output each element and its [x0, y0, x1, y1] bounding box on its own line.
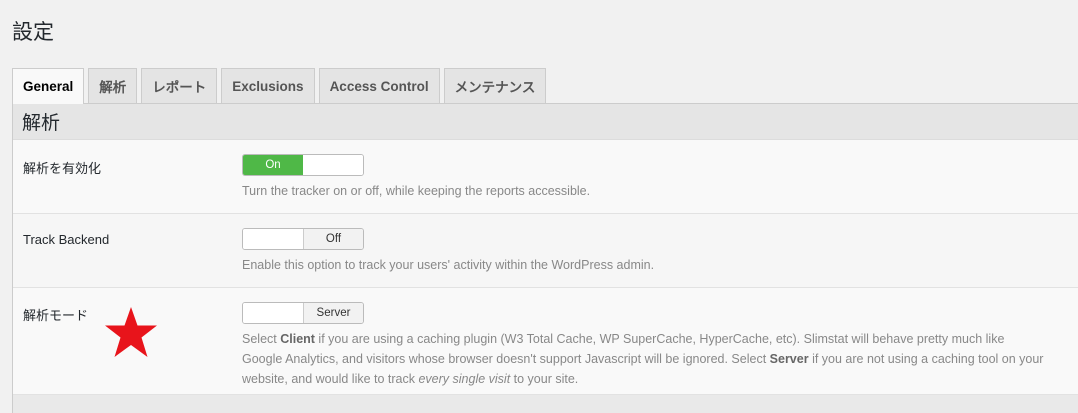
- page-title: 設定: [12, 20, 54, 44]
- desc-server: Server: [769, 352, 809, 366]
- setting-row-track-backend: Track Backend Off Enable this option to …: [13, 214, 1078, 288]
- desc-client: Client: [280, 332, 315, 346]
- star-icon: [105, 307, 157, 357]
- toggle-blank-segment: [243, 303, 303, 323]
- desc-text: to your site.: [510, 372, 579, 386]
- settings-tabs: General 解析 レポート Exclusions Access Contro…: [12, 68, 547, 104]
- toggle-off-segment: [303, 155, 363, 175]
- setting-row-tracking-mode: 解析モード Server Select Client if you are us…: [13, 288, 1078, 395]
- star-shape: [105, 307, 157, 357]
- toggle-off-segment: Off: [302, 229, 363, 249]
- desc-text: Select: [242, 332, 281, 346]
- tab-general[interactable]: General: [12, 68, 85, 104]
- tab-analytics[interactable]: 解析: [88, 68, 138, 103]
- panel-footer: [13, 395, 1078, 413]
- section-title: 解析: [13, 104, 1078, 140]
- settings-panel: 解析 解析を有効化 On Turn the tracker on or off,…: [12, 103, 1078, 413]
- toggle-on-segment: On: [243, 155, 303, 175]
- tab-exclusions[interactable]: Exclusions: [221, 68, 315, 103]
- tracking-mode-toggle[interactable]: Server: [242, 302, 364, 324]
- desc-every-visit: every single visit: [418, 372, 511, 386]
- setting-description: Select Client if you are using a caching…: [242, 329, 1048, 389]
- enable-tracking-toggle[interactable]: On: [242, 154, 364, 176]
- setting-description: Enable this option to track your users' …: [242, 258, 655, 272]
- tab-reports[interactable]: レポート: [141, 68, 218, 103]
- setting-row-enable-tracking: 解析を有効化 On Turn the tracker on or off, wh…: [13, 140, 1078, 214]
- setting-label: Track Backend: [23, 232, 110, 247]
- toggle-blank-segment: [243, 229, 303, 249]
- setting-label: 解析モード: [23, 308, 89, 323]
- track-backend-toggle[interactable]: Off: [242, 228, 364, 250]
- toggle-server-segment: Server: [302, 303, 363, 323]
- tab-maintenance[interactable]: メンテナンス: [443, 68, 547, 103]
- setting-label: 解析を有効化: [23, 161, 102, 176]
- setting-description: Turn the tracker on or off, while keepin…: [242, 184, 591, 198]
- tab-access-control[interactable]: Access Control: [318, 68, 440, 103]
